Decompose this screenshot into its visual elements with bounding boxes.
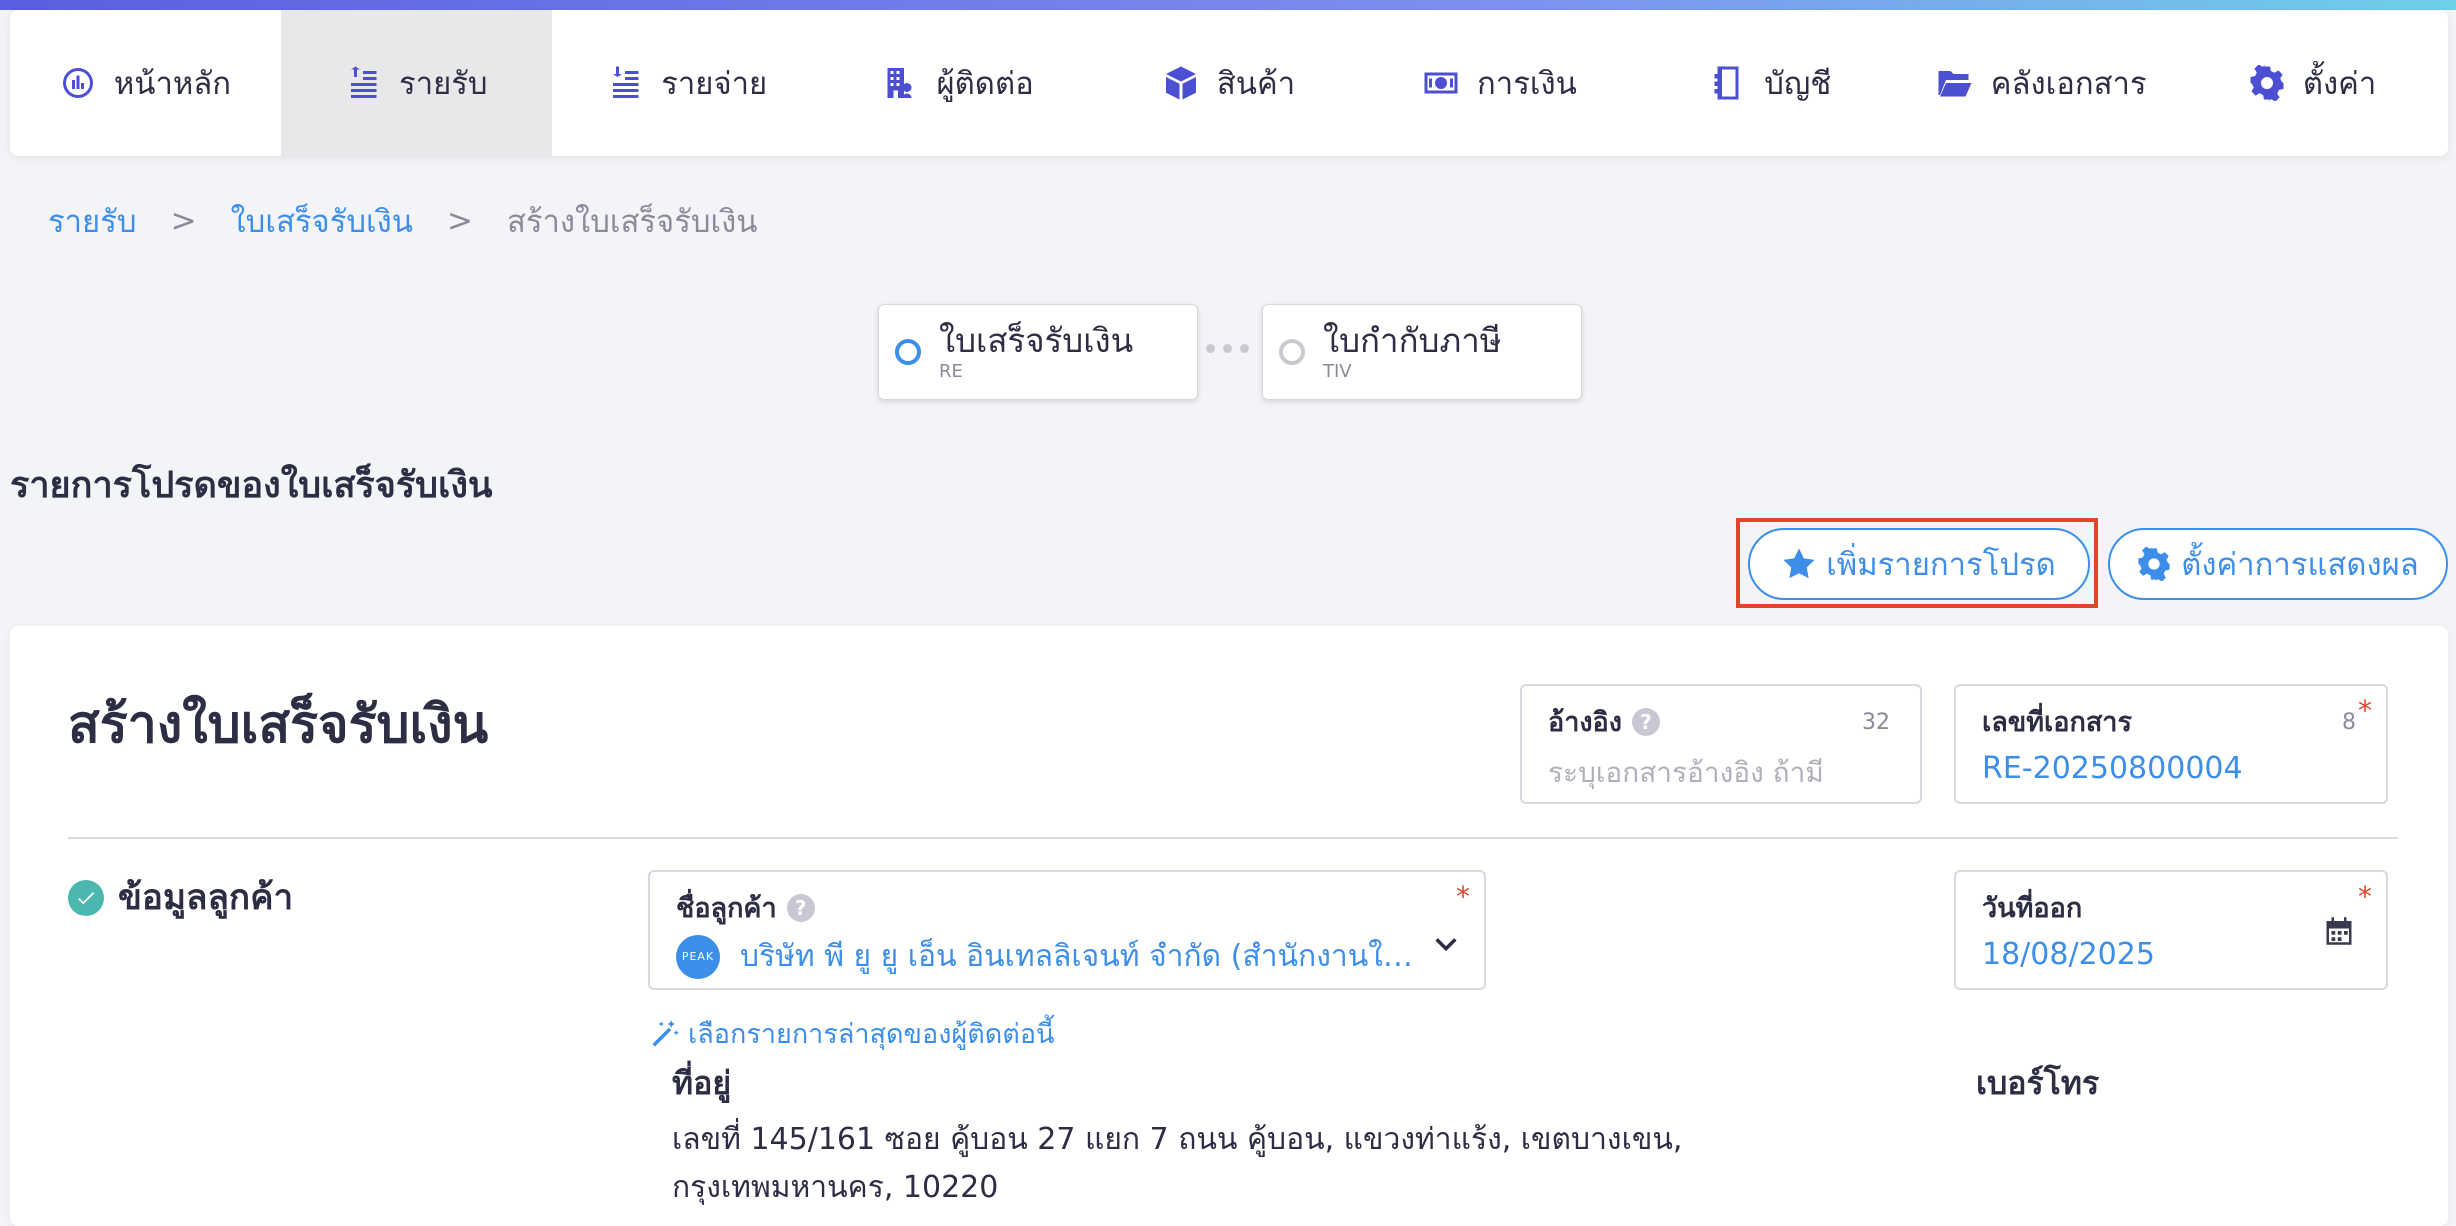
magic-wand-icon — [652, 1019, 679, 1046]
peak-logo: PEAK — [676, 934, 720, 979]
doc-number-input[interactable]: RE-20250800004 — [1982, 751, 2360, 786]
nav-item-dashboard[interactable]: หน้าหลัก — [10, 10, 281, 156]
chevron-down-icon[interactable] — [1432, 930, 1460, 958]
customer-label-text: ชื่อลูกค้า — [676, 893, 777, 924]
customer-section-title: ข้อมูลลูกค้า — [68, 870, 293, 925]
reference-field[interactable]: อ้างอิง ? 32 ระบุเอกสารอ้างอิง ถ้ามี — [1520, 684, 1922, 804]
nav-item-contacts[interactable]: ผู้ติดต่อ — [823, 10, 1094, 156]
product-box-icon — [1165, 66, 1196, 100]
nav-item-accounting[interactable]: บัญชี — [1635, 10, 1906, 156]
flow-step-code: TIV — [1323, 361, 1352, 383]
nav-label: ตั้งค่า — [2302, 66, 2377, 102]
nav-item-products[interactable]: สินค้า — [1094, 10, 1365, 156]
nav-item-income[interactable]: รายรับ — [280, 10, 552, 156]
breadcrumb-receipt-link[interactable]: ใบเสร็จรับเงิน — [231, 196, 413, 246]
contacts-building-icon — [887, 68, 912, 98]
flow-step-title: ใบกำกับภาษี — [1323, 321, 1502, 360]
nav-label: บัญชี — [1764, 66, 1832, 102]
customer-name: บริษัท พี ยู ยู เอ็น อินเทลลิเจนท์ จำกัด… — [740, 939, 1420, 974]
display-settings-button[interactable]: ตั้งค่าการแสดงผล — [2108, 528, 2448, 600]
breadcrumb-separator: > — [446, 203, 473, 239]
income-coins-icon — [351, 66, 377, 98]
display-settings-label: ตั้งค่าการแสดงผล — [2181, 547, 2419, 582]
help-icon[interactable]: ? — [786, 893, 815, 922]
money-bill-icon — [1424, 72, 1458, 94]
issue-date-input[interactable]: 18/08/2025 — [1982, 937, 2360, 972]
expense-coins-icon — [613, 66, 639, 98]
check-circle-icon — [68, 879, 104, 916]
add-favorite-label: เพิ่มรายการโปรด — [1826, 547, 2056, 582]
issue-date-field[interactable]: วันที่ออก * 18/08/2025 — [1954, 870, 2388, 990]
doc-number-field[interactable]: เลขที่เอกสาร 8 * RE-20250800004 — [1954, 684, 2388, 804]
breadcrumb-income-link[interactable]: รายรับ — [48, 196, 137, 246]
customer-value-row: PEAK บริษัท พี ยู ยู เอ็น อินเทลลิเจนท์ … — [676, 933, 1458, 980]
nav-label: หน้าหลัก — [113, 66, 232, 102]
dashboard-icon — [62, 68, 93, 98]
nav-label: สินค้า — [1216, 66, 1296, 102]
nav-label: รายจ่าย — [661, 66, 768, 102]
address-value: เลขที่ 145/161 ซอย คู้บอน 27 แยก 7 ถนน ค… — [672, 1122, 1683, 1205]
issue-date-label: วันที่ออก — [1982, 893, 2083, 924]
main-navigation: หน้าหลัก รายรับ รายจ่าย ผู้ติดต่อ สินค้า… — [10, 10, 2448, 156]
gear-icon — [2250, 65, 2284, 101]
nav-label: การเงิน — [1477, 66, 1577, 102]
breadcrumb: รายรับ > ใบเสร็จรับเงิน > สร้างใบเสร็จรั… — [48, 196, 757, 246]
divider — [68, 837, 2398, 839]
flow-step-code: RE — [939, 361, 963, 383]
nav-item-settings[interactable]: ตั้งค่า — [2177, 10, 2448, 156]
nav-label: คลังเอกสาร — [1990, 66, 2147, 102]
reference-label-text: อ้างอิง — [1548, 707, 1622, 738]
add-favorite-button[interactable]: เพิ่มรายการโปรด — [1748, 528, 2090, 600]
flow-step-title: ใบเสร็จรับเงิน — [939, 321, 1134, 360]
phone-label: เบอร์โทร — [1976, 1064, 2100, 1102]
customer-label: ชื่อลูกค้า ? — [676, 886, 1458, 929]
flow-step-receipt[interactable]: ใบเสร็จรับเงิน RE — [878, 304, 1198, 400]
select-latest-link[interactable]: เลือกรายการล่าสุดของผู้ติดต่อนี้ — [650, 1012, 1055, 1055]
help-icon[interactable]: ? — [1631, 707, 1660, 736]
customer-select[interactable]: ชื่อลูกค้า ? * PEAK บริษัท พี ยู ยู เอ็น… — [648, 870, 1486, 990]
flow-connector-dots — [1206, 344, 1249, 353]
nav-item-finance[interactable]: การเงิน — [1364, 10, 1635, 156]
breadcrumb-separator: > — [170, 203, 197, 239]
nav-item-expense[interactable]: รายจ่าย — [552, 10, 823, 156]
nav-label: รายรับ — [399, 66, 488, 102]
radio-unselected-icon — [1279, 339, 1305, 365]
folder-open-icon — [1938, 71, 1972, 97]
select-latest-label: เลือกรายการล่าสุดของผู้ติดต่อนี้ — [688, 1019, 1055, 1050]
top-accent-bar — [0, 0, 2456, 10]
nav-item-documents[interactable]: คลังเอกสาร — [1906, 10, 2177, 156]
char-count: 32 — [1862, 710, 1890, 735]
doc-number-label: เลขที่เอกสาร — [1982, 707, 2132, 738]
star-icon — [1783, 548, 1815, 579]
address-label: ที่อยู่ — [672, 1064, 732, 1102]
required-mark: * — [1456, 880, 1470, 913]
page-title: สร้างใบเสร็จรับเงิน — [68, 695, 489, 755]
radio-selected-icon — [895, 339, 921, 365]
reference-label: อ้างอิง ? — [1548, 700, 1894, 743]
favorites-title: รายการโปรดของใบเสร็จรับเงิน — [10, 465, 493, 506]
required-mark: * — [2358, 880, 2372, 913]
receipt-form-card: สร้างใบเสร็จรับเงิน อ้างอิง ? 32 ระบุเอก… — [10, 626, 2448, 1226]
flow-step-tax-invoice[interactable]: ใบกำกับภาษี TIV — [1262, 304, 1582, 400]
char-count: 8 — [2342, 710, 2356, 735]
nav-label: ผู้ติดต่อ — [936, 66, 1034, 102]
breadcrumb-current: สร้างใบเสร็จรับเงิน — [506, 204, 758, 240]
calendar-icon[interactable] — [2324, 916, 2354, 946]
account-book-icon — [1714, 66, 1739, 100]
gear-icon — [2138, 547, 2170, 581]
reference-input[interactable]: ระบุเอกสารอ้างอิง ถ้ามี — [1548, 751, 1894, 795]
required-mark: * — [2358, 694, 2372, 727]
customer-section-label: ข้อมูลลูกค้า — [118, 878, 294, 918]
